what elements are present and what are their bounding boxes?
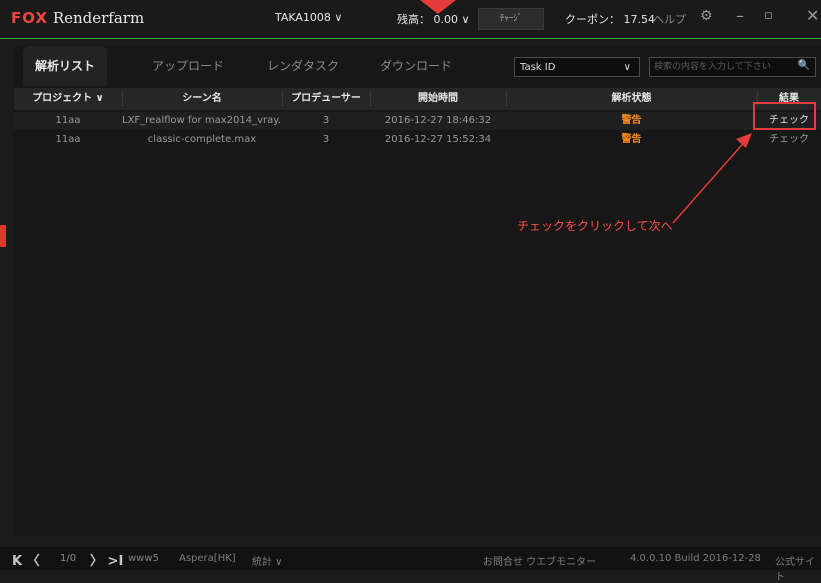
official-site-link[interactable]: 公式サイト bbox=[775, 553, 821, 583]
version-label: 4.0.0.10 Build 2016-12-28 bbox=[630, 553, 761, 564]
server-selector[interactable]: www5 bbox=[128, 553, 159, 564]
annotation-text: チェックをクリックして次へ bbox=[517, 219, 673, 233]
page-indicator: 1/0 bbox=[60, 553, 77, 564]
arrow-head bbox=[736, 133, 752, 148]
pagination-nav: K 〈 bbox=[12, 550, 40, 569]
last-page-icon[interactable]: >I bbox=[108, 554, 124, 569]
first-page-icon[interactable]: K bbox=[12, 554, 22, 569]
arrow-line bbox=[672, 137, 749, 224]
next-page-icon[interactable]: 〉 bbox=[90, 554, 103, 569]
transfer-engine[interactable]: Aspera[HK] bbox=[179, 553, 236, 564]
stats-dropdown[interactable]: 統計 ∨ bbox=[252, 553, 283, 568]
annotation-arrow bbox=[672, 133, 752, 224]
contact-link[interactable]: お問合せ ウエブモニター bbox=[483, 553, 596, 568]
pagination-nav-right: 〉 >I bbox=[90, 550, 123, 569]
status-bar: K 〈 1/0 〉 >I www5 Aspera[HK] 統計 ∨ お問合せ ウ… bbox=[0, 547, 821, 583]
prev-page-icon[interactable]: 〈 bbox=[27, 554, 40, 569]
